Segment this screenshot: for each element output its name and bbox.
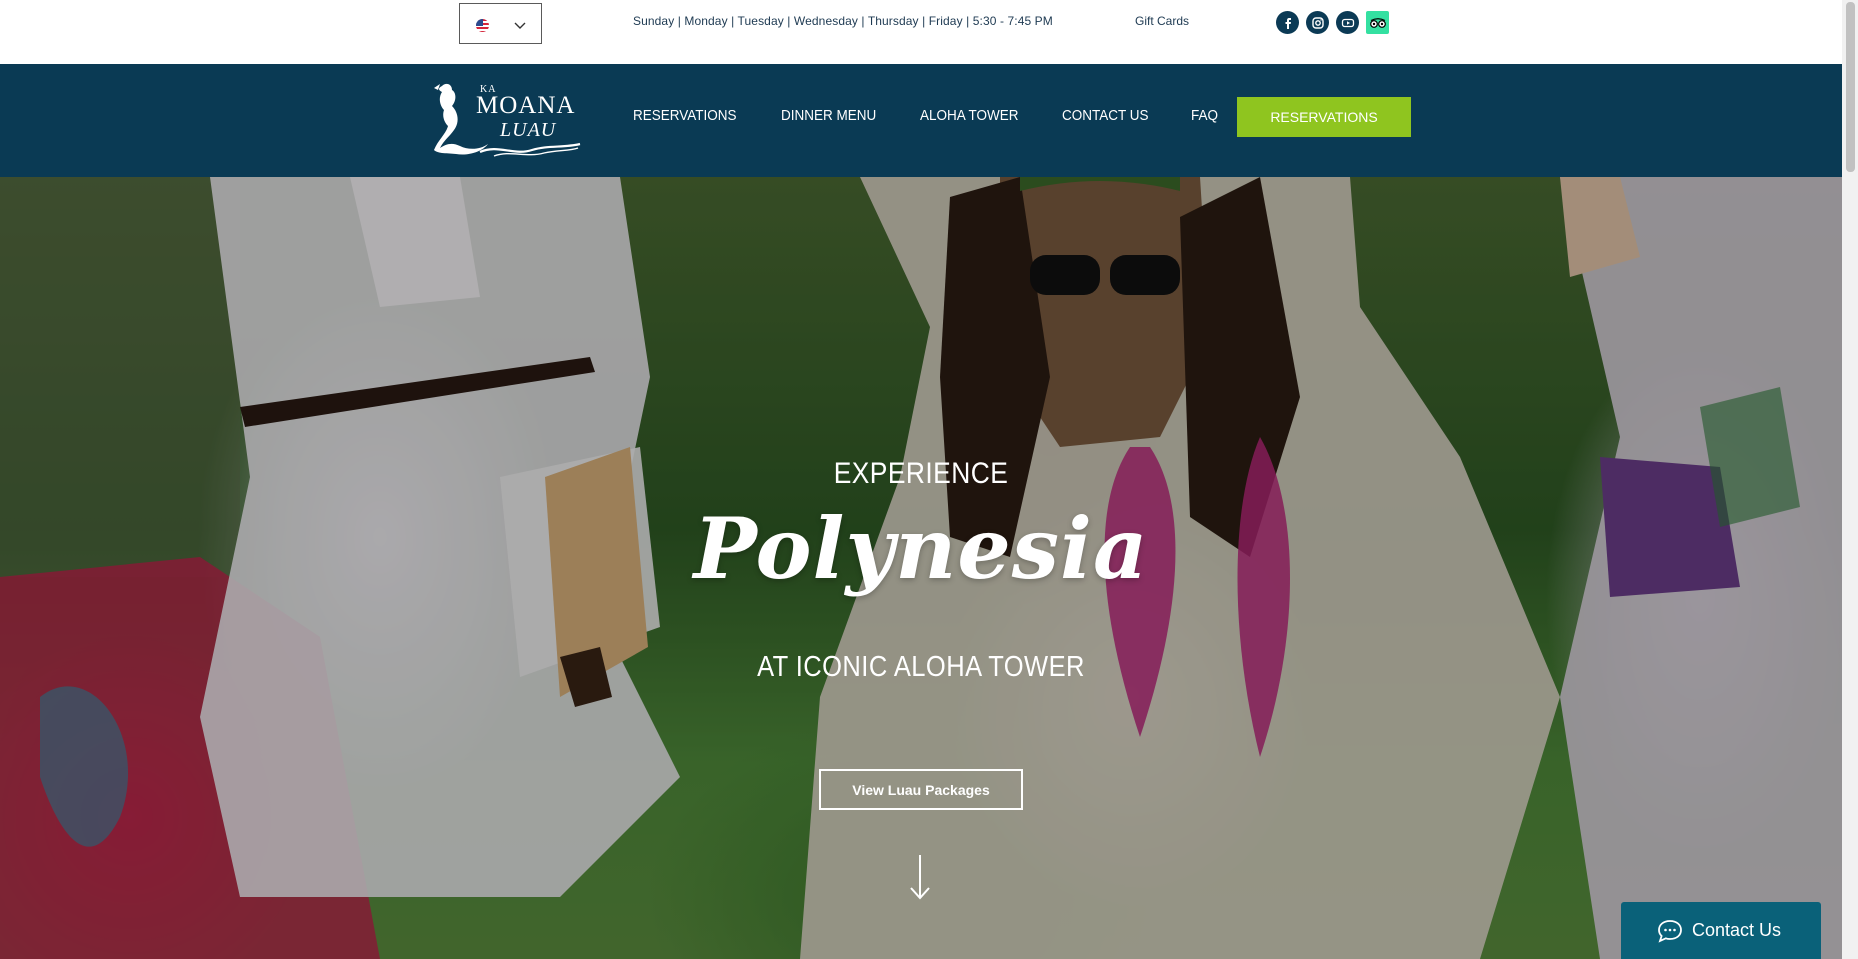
- facebook-icon[interactable]: [1276, 11, 1299, 34]
- arrow-down-icon[interactable]: [909, 853, 931, 901]
- hero-subtitle: AT ICONIC ALOHA TOWER: [757, 651, 1085, 683]
- nav-contact-us[interactable]: CONTACT US: [1062, 107, 1149, 124]
- tripadvisor-icon[interactable]: [1366, 11, 1389, 34]
- nav-aloha-tower[interactable]: ALOHA TOWER: [920, 107, 1019, 124]
- top-utility-bar: Sunday | Monday | Tuesday | Wednesday | …: [0, 0, 1842, 64]
- chevron-down-icon: [514, 22, 526, 29]
- main-navigation: KA MOANA LUAU RESERVATIONS DINNER MENU A…: [0, 64, 1842, 177]
- nav-dinner-menu[interactable]: DINNER MENU: [781, 107, 876, 124]
- ka-moana-luau-logo[interactable]: KA MOANA LUAU: [430, 80, 582, 158]
- logo-wave-icon: [479, 142, 581, 157]
- nav-menu: RESERVATIONS DINNER MENU ALOHA TOWER CON…: [633, 107, 1258, 124]
- opening-hours: Sunday | Monday | Tuesday | Wednesday | …: [633, 14, 1053, 28]
- social-links: [1276, 11, 1389, 34]
- instagram-icon[interactable]: [1306, 11, 1329, 34]
- logo-luau-text: LUAU: [500, 119, 557, 141]
- hero-banner: EXPERIENCE Polynesia AT ICONIC ALOHA TOW…: [0, 177, 1842, 959]
- us-flag-icon: [476, 19, 489, 32]
- reservations-button[interactable]: RESERVATIONS: [1237, 97, 1411, 137]
- scrollbar-thumb[interactable]: [1846, 2, 1855, 172]
- chat-bubble-icon: [1658, 920, 1682, 943]
- nav-reservations[interactable]: RESERVATIONS: [633, 107, 737, 124]
- logo-moana-text: MOANA: [476, 92, 576, 119]
- view-luau-packages-button[interactable]: View Luau Packages: [819, 769, 1023, 810]
- chat-label: Contact Us: [1692, 920, 1782, 940]
- youtube-icon[interactable]: [1336, 11, 1359, 34]
- nav-faq[interactable]: FAQ: [1191, 107, 1218, 124]
- contact-us-chat-button[interactable]: Contact Us: [1621, 902, 1821, 959]
- page-scrollbar[interactable]: [1842, 0, 1858, 959]
- language-selector[interactable]: [459, 3, 542, 44]
- hero-eyebrow: EXPERIENCE: [833, 457, 1009, 490]
- hero-title: Polynesia: [693, 499, 1149, 598]
- gift-cards-link[interactable]: Gift Cards: [1135, 14, 1189, 28]
